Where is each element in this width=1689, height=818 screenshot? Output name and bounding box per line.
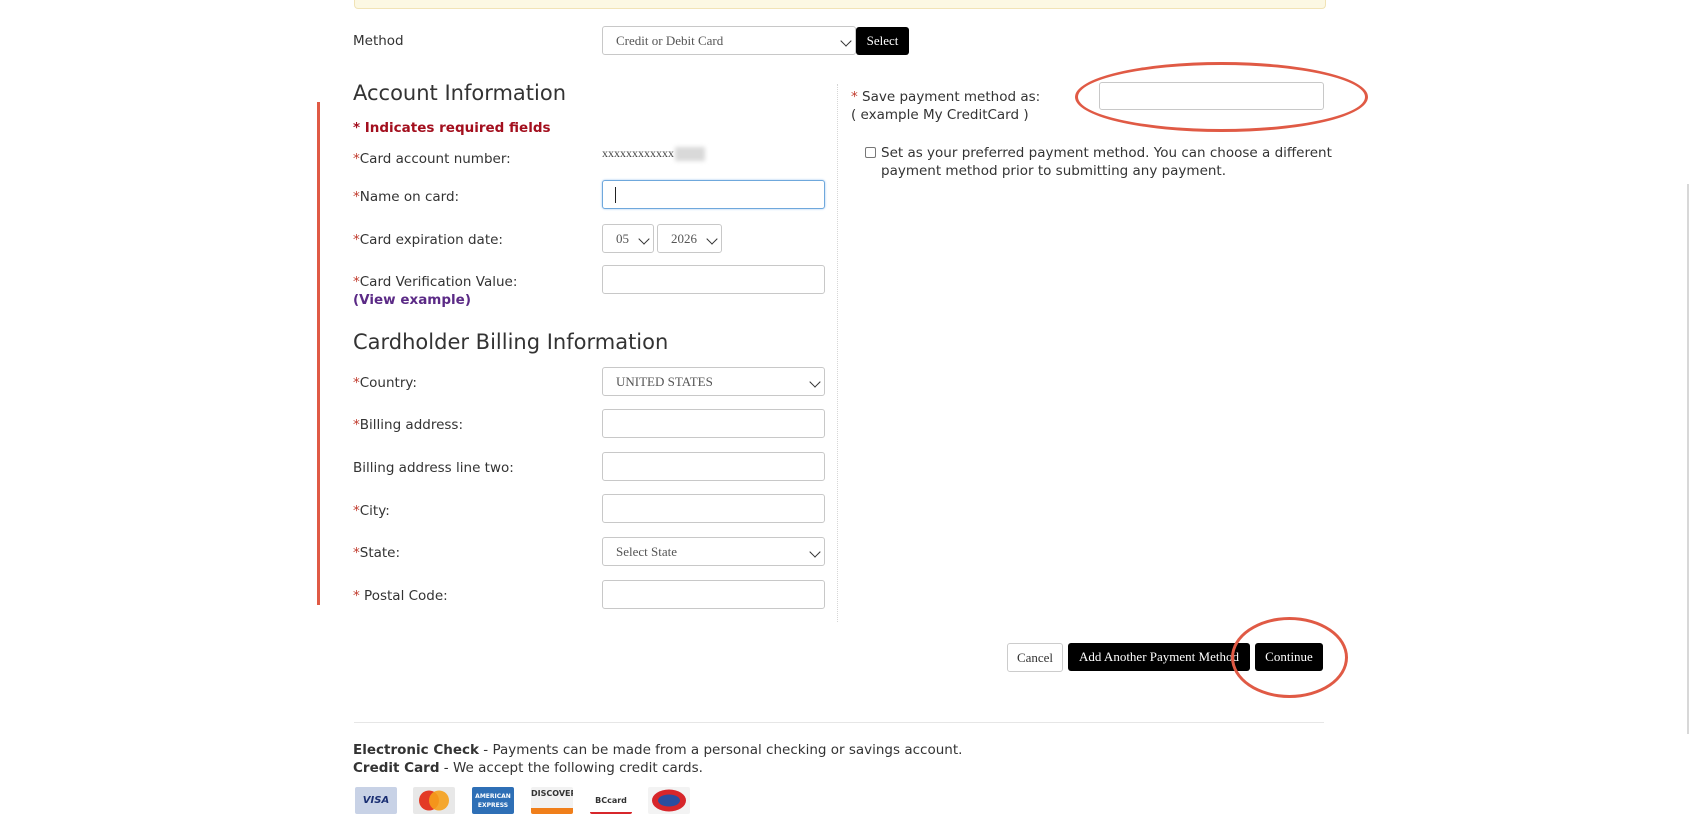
preferred-method-text-line1: Set as your preferred payment method. Yo… — [881, 145, 1332, 161]
expiration-year-select[interactable]: 2026 — [657, 224, 722, 253]
name-on-card-input[interactable] — [602, 180, 825, 209]
card-number-value: xxxxxxxxxxxx — [602, 146, 705, 162]
expiration-month-select[interactable]: 05 — [602, 224, 654, 253]
postal-code-input[interactable] — [602, 580, 825, 609]
footer-divider — [354, 722, 1324, 723]
electronic-check-info: Electronic Check - Payments can be made … — [353, 742, 963, 758]
dinacard-logo — [648, 787, 690, 814]
billing-address-line-two-label: Billing address line two: — [353, 460, 514, 476]
credit-card-info: Credit Card - We accept the following cr… — [353, 760, 703, 776]
required-fields-note: * Indicates required fields — [353, 120, 551, 136]
annotation-line — [317, 102, 320, 605]
masked-digits — [675, 147, 705, 162]
annotation-circle-save-input — [1075, 62, 1368, 132]
city-input[interactable] — [602, 494, 825, 523]
mastercard-logo — [413, 787, 455, 814]
method-select-value: Credit or Debit Card — [616, 33, 724, 48]
discover-logo: DISCOVER — [531, 787, 573, 814]
save-payment-method-example: ( example My CreditCard ) — [851, 107, 1029, 123]
american-express-logo: AMERICAN EXPRESS — [472, 787, 514, 814]
chevron-down-icon — [638, 233, 650, 245]
text-caret — [615, 187, 616, 203]
billing-address-line-two-input[interactable] — [602, 452, 825, 481]
billing-address-input[interactable] — [602, 409, 825, 438]
country-select[interactable]: UNITED STATES — [602, 367, 825, 396]
postal-code-label: * Postal Code: — [353, 588, 448, 604]
card-expiration-label: *Card expiration date: — [353, 232, 503, 248]
cvv-label: *Card Verification Value: — [353, 274, 518, 290]
method-select[interactable]: Credit or Debit Card — [602, 26, 856, 55]
billing-information-heading: Cardholder Billing Information — [353, 330, 669, 354]
dinacard-emblem-icon — [652, 789, 686, 812]
country-label: *Country: — [353, 375, 417, 391]
state-select[interactable]: Select State — [602, 537, 825, 566]
account-information-heading: Account Information — [353, 81, 567, 105]
mastercard-circles-icon — [419, 790, 449, 811]
required-marker: * — [353, 151, 360, 167]
chevron-down-icon — [840, 35, 852, 47]
preferred-method-text-line2: payment method prior to submitting any p… — [881, 163, 1227, 179]
city-label: *City: — [353, 503, 390, 519]
preferred-method-checkbox[interactable] — [865, 147, 876, 158]
save-payment-method-label: * Save payment method as: — [851, 89, 1041, 105]
billing-address-label: *Billing address: — [353, 417, 464, 433]
chevron-down-icon — [809, 376, 821, 388]
alert-banner — [354, 0, 1326, 9]
annotation-circle-continue — [1231, 617, 1348, 698]
chevron-down-icon — [706, 233, 718, 245]
bccard-logo: BCcard — [590, 787, 632, 814]
cancel-button[interactable]: Cancel — [1007, 643, 1063, 672]
column-divider — [837, 84, 838, 622]
chevron-down-icon — [809, 546, 821, 558]
select-method-button[interactable]: Select — [856, 27, 909, 55]
state-label: *State: — [353, 545, 401, 561]
method-label: Method — [353, 33, 404, 49]
add-another-payment-method-button[interactable]: Add Another Payment Method — [1068, 643, 1250, 671]
visa-card-logo: VISA — [355, 787, 397, 814]
view-example-link[interactable]: (View example) — [353, 292, 471, 308]
name-on-card-label: *Name on card: — [353, 189, 460, 205]
card-number-label: *Card account number: — [353, 151, 511, 167]
cvv-input[interactable] — [602, 265, 825, 294]
